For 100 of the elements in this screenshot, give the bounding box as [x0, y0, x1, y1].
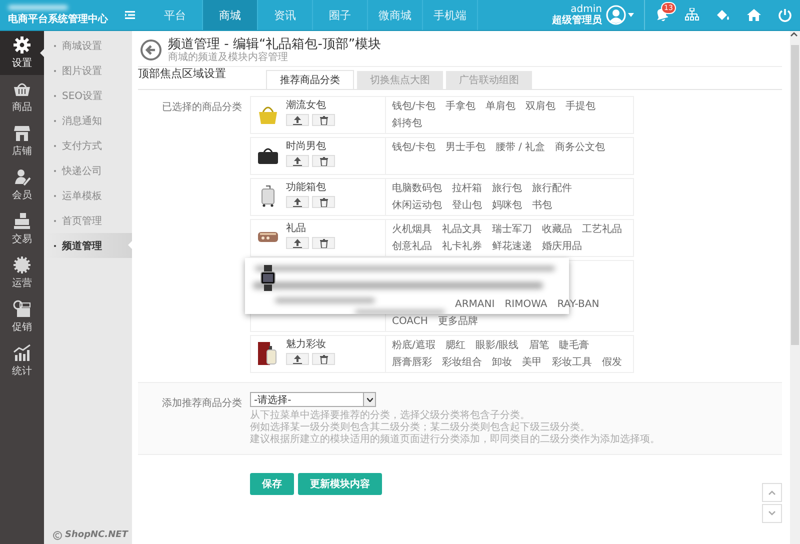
category-link[interactable]: 唇膏唇彩 [392, 354, 432, 371]
submenu-item[interactable]: 首页管理 [44, 208, 132, 233]
user-name: admin [570, 4, 602, 15]
category-link[interactable]: ARMANI [455, 296, 495, 313]
upload-button[interactable] [286, 114, 309, 126]
delete-button[interactable] [312, 155, 335, 167]
category-link[interactable]: 单肩包 [485, 98, 516, 115]
upload-icon [293, 116, 302, 124]
home-icon[interactable] [746, 8, 760, 22]
sidebar-item[interactable]: 会员 [0, 163, 44, 207]
category-name: 时尚男包 [286, 141, 327, 153]
sidebar-item[interactable]: 运营 [0, 251, 44, 295]
footer-text: ShopNC.NET [65, 530, 128, 540]
category-link[interactable]: 手提包 [565, 98, 596, 115]
submenu-item[interactable]: 消息通知 [44, 108, 132, 133]
upload-icon [293, 238, 302, 248]
category-link[interactable]: 创意礼品 [392, 238, 432, 255]
delete-button[interactable] [312, 237, 335, 249]
scroll-top-button[interactable] [762, 483, 782, 502]
category-link[interactable]: COACH [392, 313, 428, 330]
category-link[interactable]: 旅行包 [492, 180, 522, 197]
sidebar-item[interactable]: 商品 [0, 75, 44, 119]
category-link[interactable]: 旅行配件 [532, 180, 572, 197]
category-link[interactable]: 商务公文包 [555, 139, 606, 156]
category-link[interactable]: RIMOWA [504, 296, 548, 313]
category-link[interactable]: 钱包/卡包 [392, 98, 436, 115]
category-link[interactable]: RAY-BAN [557, 296, 600, 313]
category-link[interactable]: 礼品文具 [442, 221, 482, 238]
category-link[interactable]: 鲜花速递 [492, 238, 532, 255]
category-link[interactable]: 眼影/眼线 [475, 337, 519, 354]
category-link[interactable]: 双肩包 [525, 98, 556, 115]
scroll-up-icon[interactable] [790, 31, 798, 37]
category-link[interactable]: 彩妆工具 [552, 354, 592, 371]
category-name: 潮流女包 [286, 100, 327, 112]
delete-button[interactable] [312, 114, 335, 126]
upload-button[interactable] [286, 155, 309, 167]
category-link[interactable]: 书包 [532, 197, 552, 214]
tab[interactable]: 推荐商品分类 [266, 70, 354, 89]
category-link[interactable]: 拉杆箱 [452, 180, 482, 197]
page-title: 频道管理 - 编辑“礼品箱包-顶部”模块 [168, 37, 382, 52]
caret-icon[interactable] [628, 13, 634, 17]
delete-button[interactable] [312, 196, 335, 208]
upload-button[interactable] [286, 196, 309, 208]
upload-button[interactable] [286, 353, 309, 365]
power-icon[interactable] [778, 8, 792, 22]
submenu-item[interactable]: 商城设置 [44, 33, 132, 58]
submenu-item[interactable]: 运单模板 [44, 183, 132, 208]
category-link[interactable]: 眉笔 [528, 337, 549, 354]
category-link[interactable]: 腰带 / 礼盒 [495, 139, 546, 156]
scrollbar-thumb[interactable] [791, 45, 799, 345]
submenu-item[interactable]: 快递公司 [44, 158, 132, 183]
category-link[interactable]: 工艺礼品 [582, 221, 622, 238]
category-link[interactable]: 钱包/卡包 [392, 139, 436, 156]
sidebar-item[interactable]: 促销 [0, 295, 44, 339]
category-link[interactable]: 手拿包 [445, 98, 476, 115]
sidebar-item[interactable]: 交易 [0, 207, 44, 251]
scroll-bottom-button[interactable] [762, 504, 782, 523]
category-link[interactable]: 瑞士军刀 [492, 221, 532, 238]
menu-icon[interactable] [125, 11, 135, 19]
sidebar-item[interactable]: 设置 [0, 31, 44, 75]
category-link[interactable]: 腮红 [445, 337, 466, 354]
nav-tab[interactable]: 商城 [203, 0, 258, 30]
avatar-icon[interactable] [606, 5, 626, 25]
sidebar-item[interactable]: 统计 [0, 339, 44, 383]
page-subtitle: 商城的频道及模块内容管理 [168, 52, 289, 63]
category-link[interactable]: 卸妆 [492, 354, 512, 371]
trash-icon [320, 198, 328, 206]
category-dropdown[interactable]: -请选择- [250, 392, 376, 407]
category-link[interactable]: 斜挎包 [392, 115, 422, 132]
category-link[interactable]: 美甲 [522, 354, 542, 371]
category-link[interactable]: 假发 [602, 354, 622, 371]
perfume-box-drawing [257, 340, 279, 366]
category-link[interactable]: 收藏品 [542, 221, 572, 238]
help-text: 例如选择某一级分类则包含其二级分类；某二级分类则包含起下级三级分类。 [250, 422, 590, 434]
category-link[interactable]: 彩妆组合 [442, 354, 482, 371]
sidebar-item[interactable]: 店铺 [0, 119, 44, 163]
category-link[interactable]: 火机烟具 [392, 221, 432, 238]
submenu-item[interactable]: 图片设置 [44, 58, 132, 83]
trash-icon [320, 116, 328, 124]
upload-icon [293, 156, 302, 166]
category-name: 礼品 [286, 223, 307, 235]
submenu-item[interactable]: 支付方式 [44, 133, 132, 158]
category-link[interactable]: 婚庆用品 [542, 238, 582, 255]
category-link[interactable]: 妈咪包 [492, 197, 522, 214]
sitemap-icon[interactable] [684, 8, 698, 22]
category-link[interactable]: 休闲运动包 [392, 197, 442, 214]
category-link[interactable]: 睫毛膏 [558, 337, 589, 354]
paint-bucket-icon[interactable] [716, 8, 730, 22]
category-link[interactable]: 男士手包 [445, 139, 486, 156]
submenu-item[interactable]: SEO设置 [44, 83, 132, 108]
category-link[interactable]: 粉底/遮瑕 [392, 337, 436, 354]
delete-button[interactable] [312, 353, 335, 365]
category-link[interactable]: 礼卡礼券 [442, 238, 482, 255]
category-link[interactable]: 电脑数码包 [392, 180, 442, 197]
bar-chart-icon [13, 344, 31, 362]
field-label: 添加推荐商品分类 [161, 396, 242, 410]
category-link[interactable]: 更多品牌 [438, 313, 478, 330]
chevron-down-icon [768, 511, 776, 516]
upload-button[interactable] [286, 237, 309, 249]
category-link[interactable]: 登山包 [452, 197, 482, 214]
